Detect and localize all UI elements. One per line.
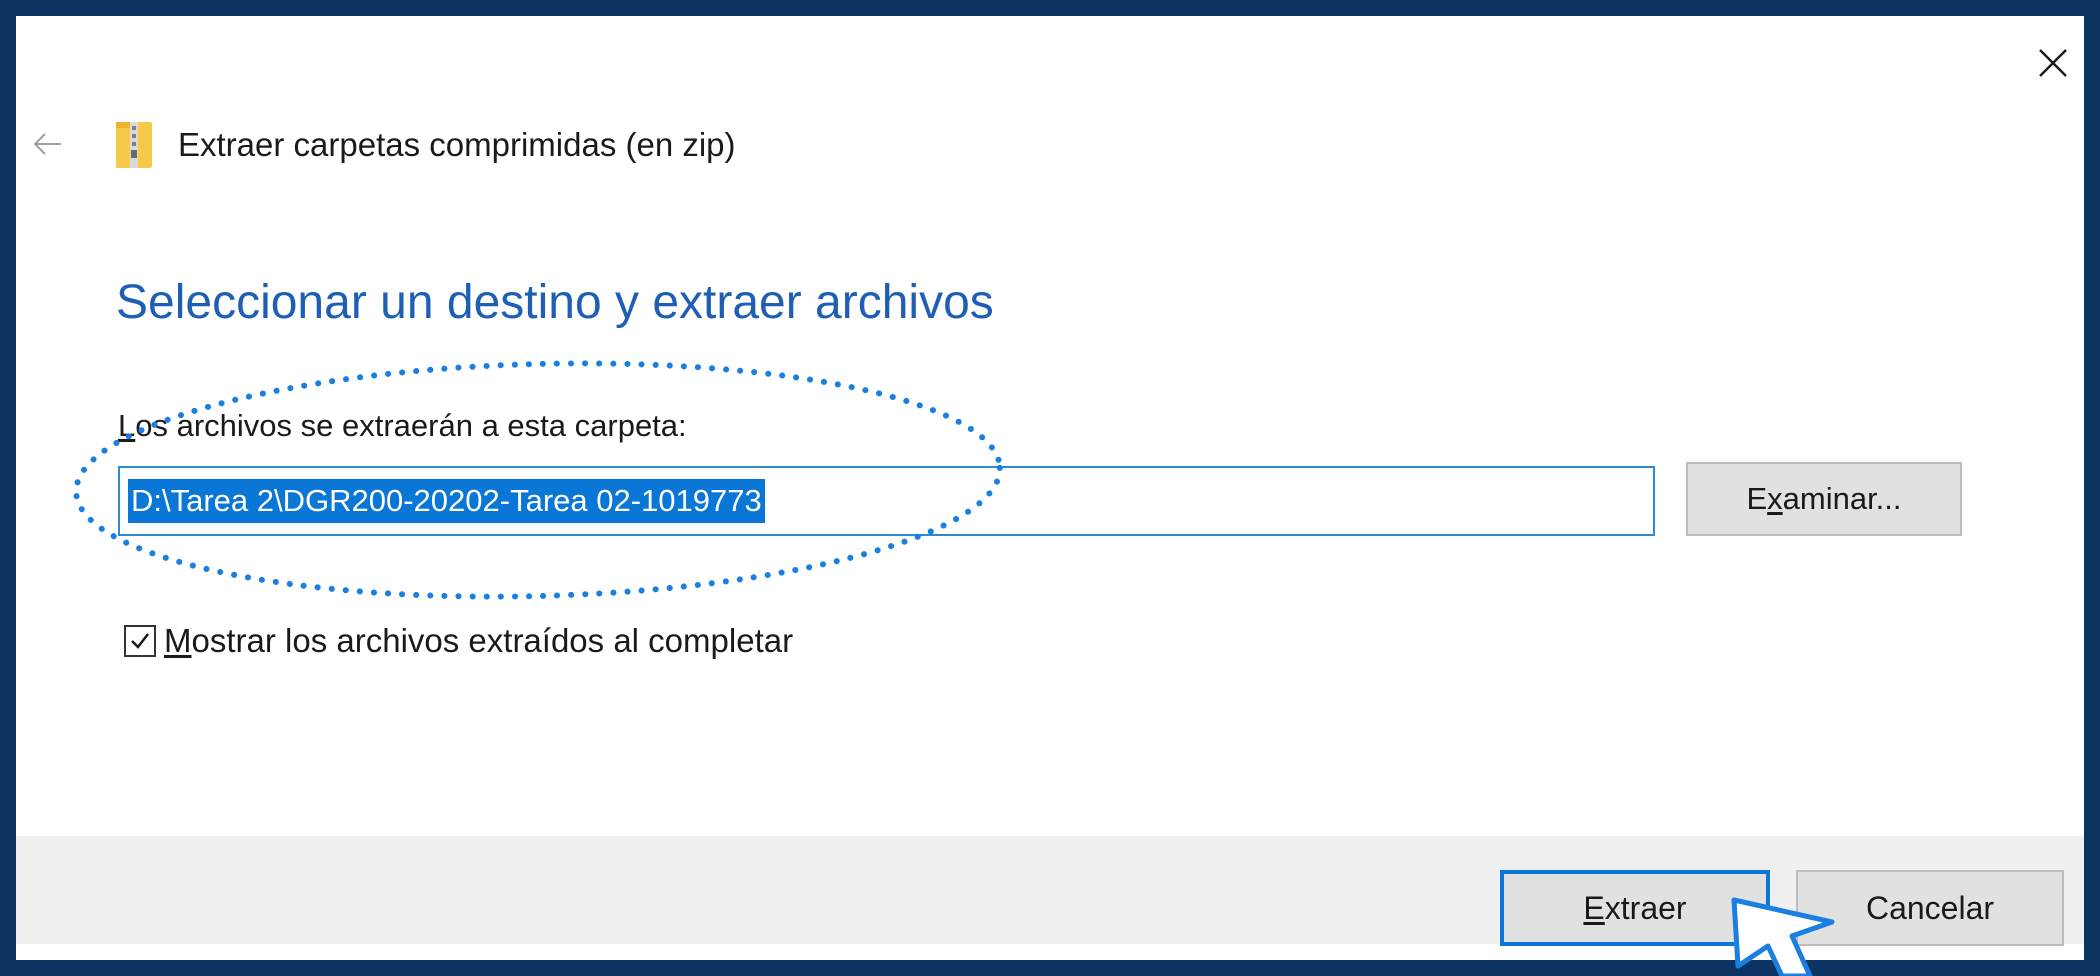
destination-path-value: D:\Tarea 2\DGR200-20202-Tarea 02-1019773 xyxy=(128,479,765,523)
back-button[interactable] xyxy=(28,124,68,164)
show-files-option[interactable]: Mostrar los archivos extraídos al comple… xyxy=(124,622,793,660)
browse-button[interactable]: Ex aminar... xyxy=(1686,462,1962,536)
wizard-title: Extraer carpetas comprimidas (en zip) xyxy=(178,126,736,163)
show-files-checkbox[interactable] xyxy=(124,625,156,657)
show-files-label: Mostrar los archivos extraídos al comple… xyxy=(164,622,793,660)
close-button[interactable] xyxy=(2030,40,2076,86)
checkmark-icon xyxy=(131,633,149,649)
show-files-text: ostrar los archivos extraídos al complet… xyxy=(191,622,794,659)
extract-access-key: E xyxy=(1583,889,1605,926)
page-heading: Seleccionar un destino y extraer archivo… xyxy=(116,276,994,329)
close-icon xyxy=(2039,49,2067,77)
show-files-access-key: M xyxy=(164,622,192,659)
destination-path-input[interactable]: D:\Tarea 2\DGR200-20202-Tarea 02-1019773 xyxy=(118,466,1655,536)
label-text: os archivos se extraerán a esta carpeta: xyxy=(135,408,687,443)
extract-label: xtraer xyxy=(1604,889,1687,926)
browse-label-pre: E xyxy=(1746,481,1768,516)
back-arrow-icon xyxy=(33,133,61,155)
browse-label-post: aminar... xyxy=(1782,481,1902,516)
browse-access-key: x xyxy=(1767,481,1783,516)
dialog-footer xyxy=(16,836,2084,944)
extract-button[interactable]: Extraer xyxy=(1500,870,1770,946)
label-access-key: L xyxy=(118,408,136,443)
destination-label: Los archivos se extraerán a esta carpeta… xyxy=(118,408,687,444)
zip-folder-icon xyxy=(116,122,152,168)
cancel-button[interactable]: Cancelar xyxy=(1796,870,2064,946)
